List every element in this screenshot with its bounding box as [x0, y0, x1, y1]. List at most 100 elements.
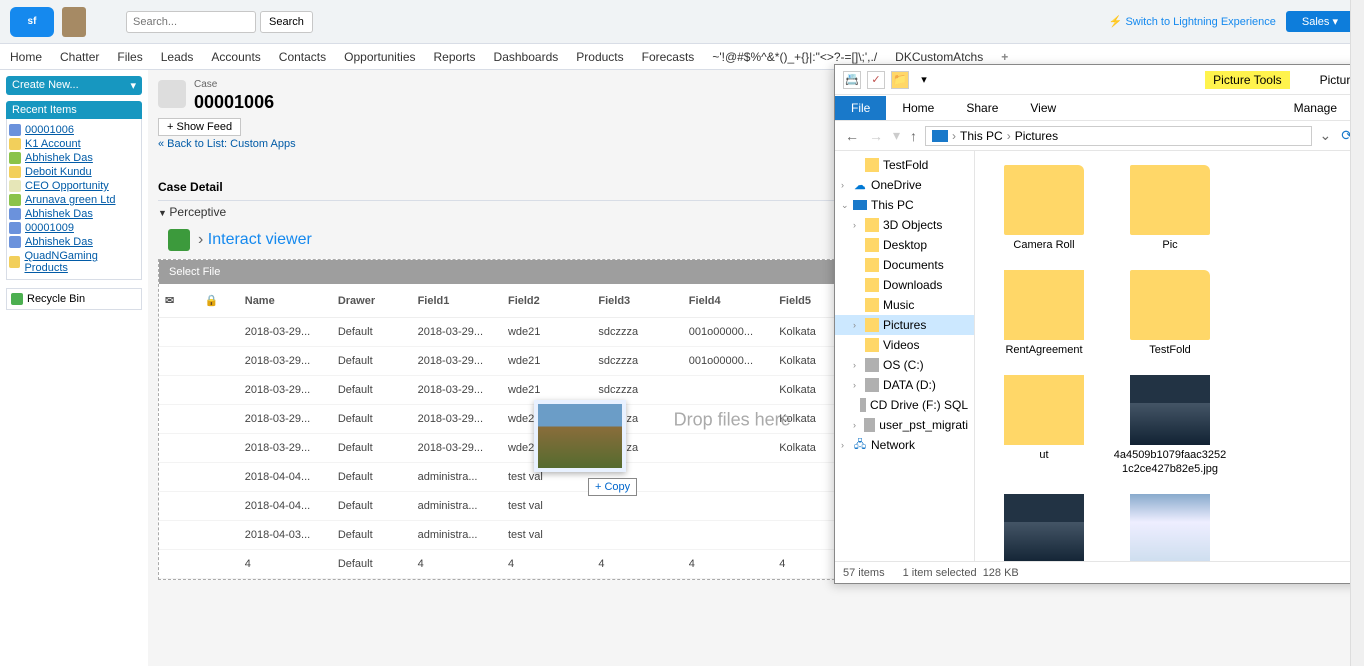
- tab-dkcustom[interactable]: DKCustomAtchs: [895, 50, 983, 64]
- chevron-icon[interactable]: ›: [853, 220, 861, 230]
- col-header[interactable]: Field3: [592, 284, 682, 318]
- search-input[interactable]: [126, 11, 256, 33]
- interact-viewer-title[interactable]: Interact viewer: [198, 231, 312, 249]
- tree-item-music[interactable]: Music: [835, 295, 974, 315]
- tab-products[interactable]: Products: [576, 50, 623, 64]
- file-item[interactable]: ut: [985, 371, 1103, 479]
- explorer-file-pane[interactable]: Camera RollPicRentAgreementTestFoldut 4a4…: [975, 151, 1363, 561]
- mnt-thumbnail-icon: [1130, 494, 1210, 561]
- tab-leads[interactable]: Leads: [161, 50, 194, 64]
- addr-dropdown-icon[interactable]: ⌄: [1318, 127, 1334, 144]
- recent-items-list: 00001006K1 AccountAbhishek DasDeboit Kun…: [6, 119, 142, 280]
- tree-item-data-d-[interactable]: ›DATA (D:): [835, 375, 974, 395]
- ribbon-file[interactable]: File: [835, 96, 886, 120]
- tab-chatter[interactable]: Chatter: [60, 50, 99, 64]
- qa-dropdown-icon[interactable]: ▾: [915, 71, 933, 89]
- file-name: 4a4509b1079faac32521c2ce427b82e5.jpg: [1113, 449, 1227, 475]
- file-item[interactable]: RentAgreement: [985, 266, 1103, 361]
- ribbon-home[interactable]: Home: [886, 96, 950, 120]
- tree-item-network[interactable]: ›🖧Network: [835, 435, 974, 455]
- file-item[interactable]: Pic: [1111, 161, 1229, 256]
- qa-properties-icon[interactable]: 📇: [843, 71, 861, 89]
- chevron-icon[interactable]: ⌄: [841, 200, 849, 211]
- tab-reports[interactable]: Reports: [434, 50, 476, 64]
- search-button[interactable]: Search: [260, 11, 313, 33]
- tab-files[interactable]: Files: [117, 50, 142, 64]
- chevron-icon[interactable]: ›: [841, 440, 849, 450]
- chevron-icon[interactable]: ›: [853, 320, 861, 330]
- crumb-pictures[interactable]: Pictures: [1015, 129, 1058, 143]
- tree-item-3d-objects[interactable]: ›3D Objects: [835, 215, 974, 235]
- picture-tools-contextual-tab[interactable]: Picture Tools: [1205, 71, 1289, 89]
- file-item[interactable]: TestFold: [1111, 266, 1229, 361]
- ribbon-share[interactable]: Share: [950, 96, 1014, 120]
- tab-accounts[interactable]: Accounts: [211, 50, 260, 64]
- tab-add-icon[interactable]: +: [1001, 50, 1008, 64]
- recent-item[interactable]: Deboit Kundu: [9, 165, 139, 179]
- recent-item[interactable]: 00001006: [9, 123, 139, 137]
- recent-item[interactable]: CEO Opportunity: [9, 179, 139, 193]
- nav-recent-icon[interactable]: ▾: [891, 127, 902, 144]
- explorer-nav-tree[interactable]: TestFold›☁OneDrive⌄This PC›3D ObjectsDes…: [835, 151, 975, 561]
- page-scrollbar[interactable]: [1350, 0, 1364, 666]
- salesforce-logo: sf: [10, 7, 54, 37]
- show-feed-button[interactable]: + Show Feed: [158, 118, 241, 136]
- chevron-icon[interactable]: ›: [853, 420, 860, 430]
- pc-icon: [932, 130, 948, 142]
- tab-contacts[interactable]: Contacts: [279, 50, 326, 64]
- recent-item[interactable]: QuadNGaming Products: [9, 249, 139, 275]
- file-explorer-window[interactable]: 📇 ✓ 📁 ▾ Picture Tools Pictures File Home…: [834, 64, 1364, 584]
- file-item[interactable]: 66060montblanc02-trk-paisaje.jpg: [1111, 490, 1229, 561]
- address-bar[interactable]: › This PC › Pictures: [925, 126, 1312, 146]
- tree-item-testfold[interactable]: TestFold: [835, 155, 974, 175]
- qa-newfolder-icon[interactable]: 📁: [891, 71, 909, 89]
- ribbon-view[interactable]: View: [1014, 96, 1072, 120]
- tab-custom[interactable]: ~'!@#$%^&*()_+{}|:"<>?-=[]\;',./: [712, 50, 877, 64]
- tree-item-os-c-[interactable]: ›OS (C:): [835, 355, 974, 375]
- recent-item[interactable]: Arunava green Ltd: [9, 193, 139, 207]
- tab-home[interactable]: Home: [10, 50, 42, 64]
- folder-thumbnail-icon: [1004, 165, 1084, 235]
- recycle-bin[interactable]: Recycle Bin: [6, 288, 142, 310]
- tree-item-videos[interactable]: Videos: [835, 335, 974, 355]
- tree-item-cd-drive-f-sql[interactable]: CD Drive (F:) SQL: [835, 395, 974, 415]
- salesforce-topbar: sf Search ⚡ Switch to Lightning Experien…: [0, 0, 1364, 44]
- tree-item-onedrive[interactable]: ›☁OneDrive: [835, 175, 974, 195]
- chevron-icon[interactable]: ›: [841, 180, 849, 190]
- create-new-button[interactable]: Create New...▾: [6, 76, 142, 95]
- recent-item[interactable]: Abhishek Das: [9, 207, 139, 221]
- file-item[interactable]: Camera Roll: [985, 161, 1103, 256]
- tab-opportunities[interactable]: Opportunities: [344, 50, 415, 64]
- tab-dashboards[interactable]: Dashboards: [494, 50, 559, 64]
- ribbon-manage[interactable]: Manage: [1278, 96, 1353, 120]
- col-header[interactable]: Drawer: [332, 284, 412, 318]
- col-header[interactable]: Field4: [683, 284, 773, 318]
- recent-item[interactable]: 00001009: [9, 221, 139, 235]
- crumb-this-pc[interactable]: This PC: [960, 129, 1003, 143]
- tree-item-downloads[interactable]: Downloads: [835, 275, 974, 295]
- nav-back-icon[interactable]: ←: [843, 128, 861, 144]
- switch-lex-link[interactable]: ⚡ Switch to Lightning Experience: [1109, 15, 1276, 28]
- explorer-titlebar[interactable]: 📇 ✓ 📁 ▾ Picture Tools Pictures: [835, 65, 1363, 95]
- tree-item-desktop[interactable]: Desktop: [835, 235, 974, 255]
- app-switcher-sales[interactable]: Sales ▾: [1286, 11, 1354, 32]
- nav-up-icon[interactable]: ↑: [908, 128, 919, 144]
- file-item[interactable]: 1600x1200_TEASER_CP77.jpg: [985, 490, 1103, 561]
- folder-icon: [865, 298, 879, 312]
- col-header[interactable]: Field2: [502, 284, 592, 318]
- recent-item[interactable]: Abhishek Das: [9, 235, 139, 249]
- recent-item[interactable]: K1 Account: [9, 137, 139, 151]
- tree-item-pictures[interactable]: ›Pictures: [835, 315, 974, 335]
- tree-item-this-pc[interactable]: ⌄This PC: [835, 195, 974, 215]
- chevron-icon[interactable]: ›: [853, 360, 861, 370]
- col-header[interactable]: Field1: [412, 284, 502, 318]
- drive-icon: [864, 418, 876, 432]
- col-header[interactable]: Name: [239, 284, 332, 318]
- qa-check-icon[interactable]: ✓: [867, 71, 885, 89]
- recent-item[interactable]: Abhishek Das: [9, 151, 139, 165]
- tab-forecasts[interactable]: Forecasts: [642, 50, 695, 64]
- chevron-icon[interactable]: ›: [853, 380, 861, 390]
- tree-item-documents[interactable]: Documents: [835, 255, 974, 275]
- tree-item-user-pst-migrati[interactable]: ›user_pst_migrati: [835, 415, 974, 435]
- file-item[interactable]: 4a4509b1079faac32521c2ce427b82e5.jpg: [1111, 371, 1229, 479]
